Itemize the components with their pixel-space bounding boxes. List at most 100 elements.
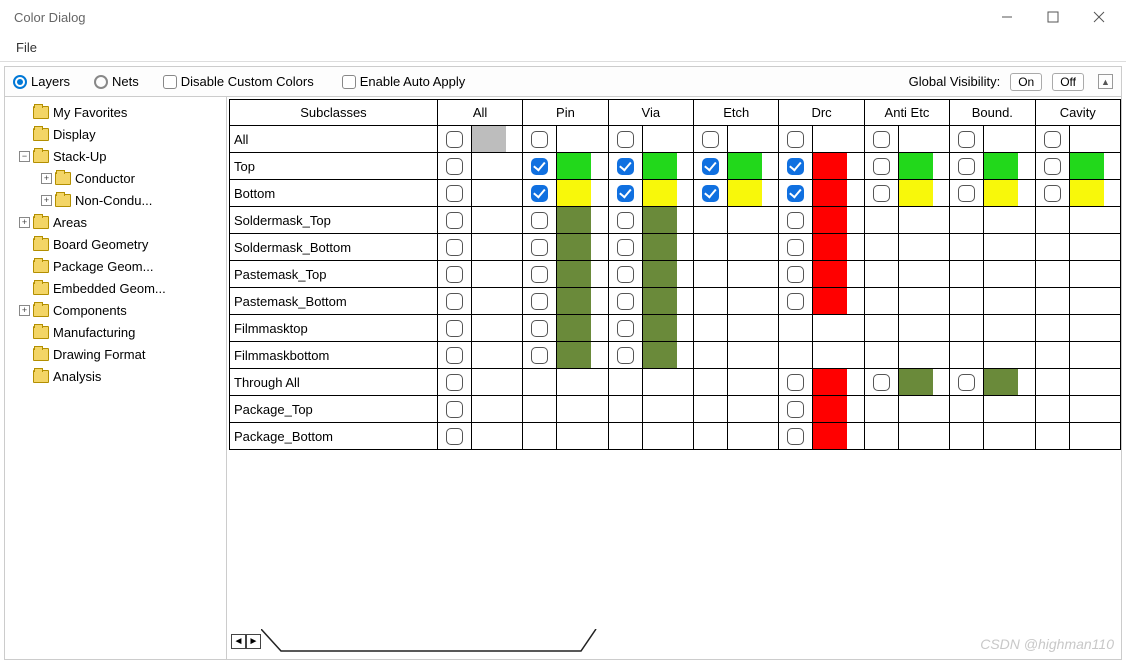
checkbox-icon[interactable] [446, 293, 463, 310]
color-swatch[interactable] [813, 396, 847, 422]
checkbox-icon[interactable] [787, 185, 804, 202]
cell-color-slot[interactable] [643, 288, 677, 314]
checkbox-icon[interactable] [873, 185, 890, 202]
cell-checkbox-slot[interactable] [438, 423, 472, 449]
color-swatch[interactable] [643, 207, 677, 233]
color-swatch[interactable] [557, 207, 591, 233]
cell-checkbox-slot[interactable] [609, 234, 643, 260]
checkbox-icon[interactable] [958, 374, 975, 391]
cell-color-slot[interactable] [813, 369, 847, 395]
color-swatch[interactable] [1070, 153, 1104, 179]
cell-checkbox-slot[interactable] [950, 180, 984, 206]
checkbox-icon[interactable] [531, 266, 548, 283]
checkbox-icon[interactable] [787, 212, 804, 229]
color-swatch[interactable] [643, 153, 677, 179]
color-swatch[interactable] [643, 342, 677, 368]
color-swatch[interactable] [984, 180, 1018, 206]
cell-checkbox-slot[interactable] [609, 126, 643, 152]
tree-node[interactable]: Board Geometry [11, 233, 226, 255]
color-swatch[interactable] [813, 288, 847, 314]
checkbox-icon[interactable] [702, 131, 719, 148]
color-swatch[interactable] [813, 369, 847, 395]
checkbox-icon[interactable] [787, 131, 804, 148]
color-swatch[interactable] [643, 288, 677, 314]
color-swatch[interactable] [813, 234, 847, 260]
checkbox-icon[interactable] [617, 158, 634, 175]
cell-checkbox-slot[interactable] [950, 153, 984, 179]
checkbox-icon[interactable] [446, 131, 463, 148]
cell-checkbox-slot[interactable] [1036, 153, 1070, 179]
checkbox-icon[interactable] [617, 320, 634, 337]
checkbox-icon[interactable] [787, 401, 804, 418]
cell-checkbox-slot[interactable] [438, 153, 472, 179]
cell-color-slot[interactable] [728, 153, 762, 179]
col-header[interactable]: Drc [779, 100, 864, 126]
tree-node[interactable]: Embedded Geom... [11, 277, 226, 299]
color-swatch[interactable] [899, 369, 933, 395]
cell-checkbox-slot[interactable] [779, 207, 813, 233]
checkbox-icon[interactable] [787, 239, 804, 256]
checkbox-icon[interactable] [702, 158, 719, 175]
cell-color-slot[interactable] [728, 180, 762, 206]
cell-checkbox-slot[interactable] [1036, 126, 1070, 152]
cell-color-slot[interactable] [813, 261, 847, 287]
color-swatch[interactable] [813, 153, 847, 179]
cell-checkbox-slot[interactable] [438, 207, 472, 233]
color-swatch[interactable] [899, 153, 933, 179]
cell-checkbox-slot[interactable] [779, 261, 813, 287]
col-header[interactable]: Pin [523, 100, 608, 126]
col-header[interactable]: Via [608, 100, 693, 126]
checkbox-icon[interactable] [702, 185, 719, 202]
checkbox-icon[interactable] [531, 239, 548, 256]
cell-checkbox-slot[interactable] [779, 423, 813, 449]
scroll-right-icon[interactable]: ► [246, 634, 261, 649]
tree-node[interactable]: +Components [11, 299, 226, 321]
checkbox-icon[interactable] [787, 374, 804, 391]
color-swatch[interactable] [557, 288, 591, 314]
cell-checkbox-slot[interactable] [523, 207, 557, 233]
tree-node[interactable]: −Stack-Up [11, 145, 226, 167]
checkbox-icon[interactable] [617, 266, 634, 283]
cell-color-slot[interactable] [643, 342, 677, 368]
cell-checkbox-slot[interactable] [523, 342, 557, 368]
cell-color-slot[interactable] [813, 207, 847, 233]
checkbox-icon[interactable] [446, 158, 463, 175]
cell-checkbox-slot[interactable] [523, 180, 557, 206]
cell-color-slot[interactable] [557, 207, 591, 233]
cell-color-slot[interactable] [643, 180, 677, 206]
cell-color-slot[interactable] [643, 261, 677, 287]
tree-node[interactable]: Drawing Format [11, 343, 226, 365]
cell-checkbox-slot[interactable] [865, 369, 899, 395]
color-swatch[interactable] [472, 126, 506, 152]
cell-color-slot[interactable] [813, 423, 847, 449]
minimize-button[interactable] [984, 2, 1030, 32]
checkbox-icon[interactable] [873, 374, 890, 391]
color-swatch[interactable] [813, 207, 847, 233]
row-label[interactable]: Package_Top [230, 396, 438, 423]
color-swatch[interactable] [1070, 180, 1104, 206]
cell-checkbox-slot[interactable] [523, 234, 557, 260]
row-label[interactable]: Pastemask_Bottom [230, 288, 438, 315]
cell-color-slot[interactable] [899, 180, 933, 206]
color-swatch[interactable] [557, 261, 591, 287]
checkbox-icon[interactable] [873, 158, 890, 175]
checkbox-icon[interactable] [446, 212, 463, 229]
chk-enable-auto[interactable]: Enable Auto Apply [342, 74, 466, 89]
checkbox-icon[interactable] [531, 131, 548, 148]
cell-checkbox-slot[interactable] [865, 153, 899, 179]
cell-checkbox-slot[interactable] [609, 153, 643, 179]
cell-checkbox-slot[interactable] [694, 153, 728, 179]
cell-color-slot[interactable] [557, 315, 591, 341]
cell-color-slot[interactable] [1070, 153, 1104, 179]
cell-checkbox-slot[interactable] [779, 369, 813, 395]
checkbox-icon[interactable] [958, 158, 975, 175]
cell-color-slot[interactable] [557, 153, 591, 179]
row-label[interactable]: Through All [230, 369, 438, 396]
radio-nets[interactable]: Nets [94, 74, 139, 89]
checkbox-icon[interactable] [531, 347, 548, 364]
expand-icon[interactable]: + [19, 305, 30, 316]
color-swatch[interactable] [813, 423, 847, 449]
cell-checkbox-slot[interactable] [865, 180, 899, 206]
checkbox-icon[interactable] [446, 239, 463, 256]
row-label[interactable]: Package_Bottom [230, 423, 438, 450]
